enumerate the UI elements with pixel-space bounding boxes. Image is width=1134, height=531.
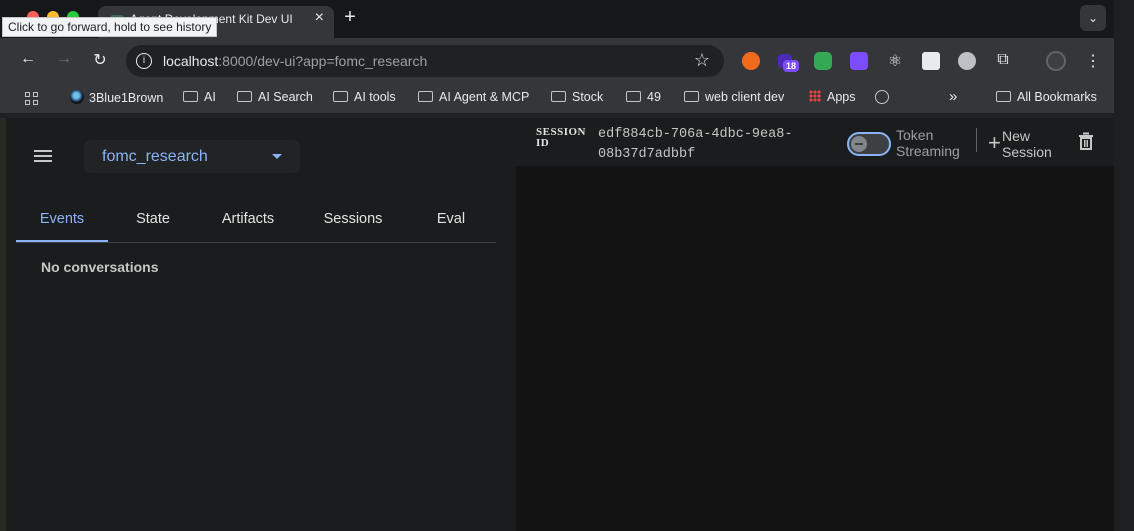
- browser-toolbar: ← → ↻ i localhost:8000/dev-ui?app=fomc_r…: [0, 38, 1134, 84]
- tab-artifacts[interactable]: Artifacts: [206, 211, 290, 227]
- header-divider: [976, 128, 977, 152]
- more-menu-icon[interactable]: ⋮: [1083, 51, 1103, 71]
- extension-gear-icon[interactable]: [958, 52, 976, 70]
- new-tab-button[interactable]: +: [340, 6, 360, 29]
- side-panel: fomc_research Events State Artifacts Ses…: [6, 118, 516, 531]
- tab-sessions[interactable]: Sessions: [308, 211, 398, 227]
- extension-robot-icon[interactable]: [814, 52, 832, 70]
- desktop-edge-right: [1114, 0, 1134, 531]
- back-arrow-icon[interactable]: ←: [17, 50, 39, 68]
- address-bar[interactable]: i localhost:8000/dev-ui?app=fomc_researc…: [126, 45, 724, 77]
- extensions-puzzle-icon[interactable]: ⧉: [993, 51, 1013, 69]
- tab-eval[interactable]: Eval: [426, 211, 476, 227]
- globe-icon: [875, 90, 889, 104]
- folder-icon: [551, 91, 566, 102]
- bookmark-folder-stock[interactable]: Stock: [551, 90, 603, 104]
- session-id-value: edf884cb-706a-4dbc-9ea8-08b37d7adbbf: [598, 127, 793, 162]
- menu-icon[interactable]: [34, 150, 52, 162]
- bookmark-folder-ai-search[interactable]: AI Search: [237, 90, 313, 104]
- bookmark-star-icon[interactable]: ☆: [694, 50, 710, 71]
- apps-grid-icon[interactable]: [25, 92, 39, 106]
- session-header: SESSION ID edf884cb-706a-4dbc-9ea8-08b37…: [516, 118, 1114, 166]
- tab-events[interactable]: Events: [16, 211, 108, 227]
- bookmarks-bar: 3Blue1Brown AI AI Search AI tools AI Age…: [0, 84, 1134, 114]
- folder-icon: [333, 91, 348, 102]
- site-info-icon[interactable]: i: [136, 53, 152, 69]
- extension-shield-icon[interactable]: [850, 52, 868, 70]
- tab-search-button[interactable]: ⌄: [1080, 5, 1106, 31]
- extension-badge: 18: [783, 60, 800, 72]
- bookmarks-overflow-icon[interactable]: »: [949, 88, 957, 105]
- folder-icon: [684, 91, 699, 102]
- app-select-value: fomc_research: [102, 148, 208, 165]
- folder-icon: [418, 91, 433, 102]
- app-select-dropdown[interactable]: fomc_research: [84, 140, 300, 173]
- dropdown-caret-icon: [272, 154, 282, 159]
- empty-state-message: No conversations: [41, 259, 159, 275]
- token-streaming-toggle[interactable]: [847, 132, 891, 156]
- close-tab-icon[interactable]: ×: [315, 9, 324, 27]
- bookmark-all-bookmarks[interactable]: All Bookmarks: [996, 90, 1097, 104]
- bookmark-apps[interactable]: Apps: [809, 90, 856, 104]
- toggle-knob: [851, 136, 867, 152]
- tab-state[interactable]: State: [116, 211, 190, 227]
- forward-tooltip: Click to go forward, hold to see history: [2, 17, 218, 37]
- apps-dots-icon: [809, 90, 821, 102]
- forward-arrow-icon[interactable]: →: [53, 50, 75, 68]
- 3blue1brown-logo-icon: [70, 90, 84, 104]
- adk-dev-ui-page: fomc_research Events State Artifacts Ses…: [6, 118, 1114, 531]
- side-panel-tabs: Events State Artifacts Sessions Eval: [16, 200, 496, 243]
- bookmark-3blue1brown[interactable]: 3Blue1Brown: [70, 90, 163, 105]
- session-id-label: SESSION ID: [536, 126, 586, 149]
- folder-icon: [237, 91, 252, 102]
- bookmark-folder-49[interactable]: 49: [626, 90, 661, 104]
- bookmark-globe[interactable]: [875, 90, 889, 105]
- folder-icon: [183, 91, 198, 102]
- browser-window: Agent Development Kit Dev UI × + ⌄ Click…: [0, 0, 1134, 531]
- extension-wave-icon[interactable]: [922, 52, 940, 70]
- active-tab-indicator: [16, 240, 108, 242]
- extension-orange-icon[interactable]: [742, 52, 760, 70]
- bookmark-folder-ai-tools[interactable]: AI tools: [333, 90, 396, 104]
- folder-icon: [626, 91, 641, 102]
- react-devtools-icon[interactable]: ⚛: [885, 51, 905, 71]
- new-session-button[interactable]: New Session: [1002, 128, 1058, 160]
- bookmark-folder-ai[interactable]: AI: [183, 90, 216, 104]
- token-streaming-label: Token Streaming: [896, 127, 960, 159]
- bookmark-folder-web-client-dev[interactable]: web client dev: [684, 90, 784, 104]
- reload-icon[interactable]: ↻: [89, 50, 111, 70]
- folder-icon: [996, 91, 1011, 102]
- delete-session-icon[interactable]: [1078, 132, 1094, 150]
- add-icon[interactable]: +: [988, 130, 1001, 156]
- bookmark-folder-ai-agent-mcp[interactable]: AI Agent & MCP: [418, 90, 529, 104]
- profile-avatar[interactable]: [1046, 51, 1066, 71]
- chat-panel: SESSION ID edf884cb-706a-4dbc-9ea8-08b37…: [516, 118, 1114, 531]
- url-text[interactable]: localhost:8000/dev-ui?app=fomc_research: [163, 53, 427, 69]
